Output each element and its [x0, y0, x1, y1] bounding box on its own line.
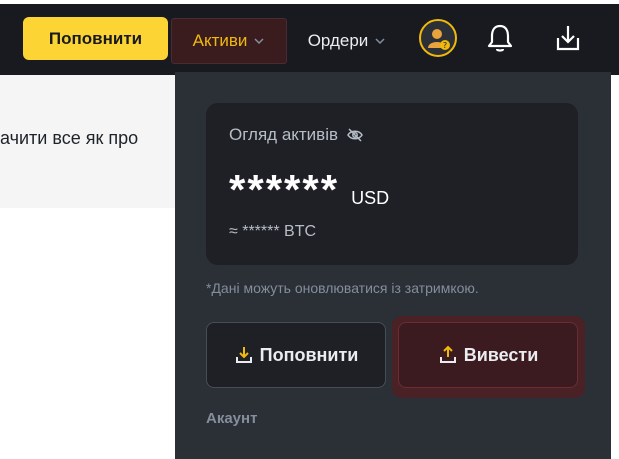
asset-overview-title: Огляд активів	[229, 124, 364, 146]
header-deposit-label: Поповнити	[48, 28, 143, 48]
withdraw-icon	[439, 345, 456, 363]
delay-note: *Дані можуть оновлюватися із затримкою.	[206, 280, 479, 296]
account-section-label: Акаунт	[206, 410, 258, 427]
deposit-button[interactable]: Поповнити	[206, 322, 386, 388]
nav-assets-menu[interactable]: Активи	[171, 18, 287, 64]
nav-orders-label: Ордери	[307, 31, 369, 50]
user-avatar-icon[interactable]: ?	[419, 19, 457, 57]
top-border	[0, 0, 619, 4]
download-icon[interactable]	[552, 21, 584, 55]
withdraw-button[interactable]: Вивести	[398, 322, 578, 388]
deposit-icon	[235, 347, 252, 363]
nav-assets-label: Активи	[192, 31, 248, 50]
chevron-down-icon	[375, 38, 385, 45]
svg-text:?: ?	[443, 41, 447, 50]
asset-overview-title-text: Огляд активів	[229, 125, 339, 144]
bell-icon[interactable]	[484, 21, 516, 55]
eye-slash-icon[interactable]	[346, 126, 364, 144]
user-silhouette-icon: ?	[428, 29, 450, 50]
balance-value: ******	[229, 166, 340, 213]
withdraw-label: Вивести	[463, 344, 539, 365]
nav-orders-menu[interactable]: Ордери	[297, 18, 397, 64]
balance-currency: USD	[351, 188, 390, 208]
background-banner-text: ачити все як про	[0, 128, 139, 148]
deposit-label: Поповнити	[259, 344, 359, 365]
balance-row: ****** USD	[229, 168, 389, 212]
btc-equivalent: ≈ ****** BTC	[229, 223, 317, 240]
chevron-down-icon	[254, 38, 264, 45]
header-deposit-button[interactable]: Поповнити	[23, 17, 168, 60]
